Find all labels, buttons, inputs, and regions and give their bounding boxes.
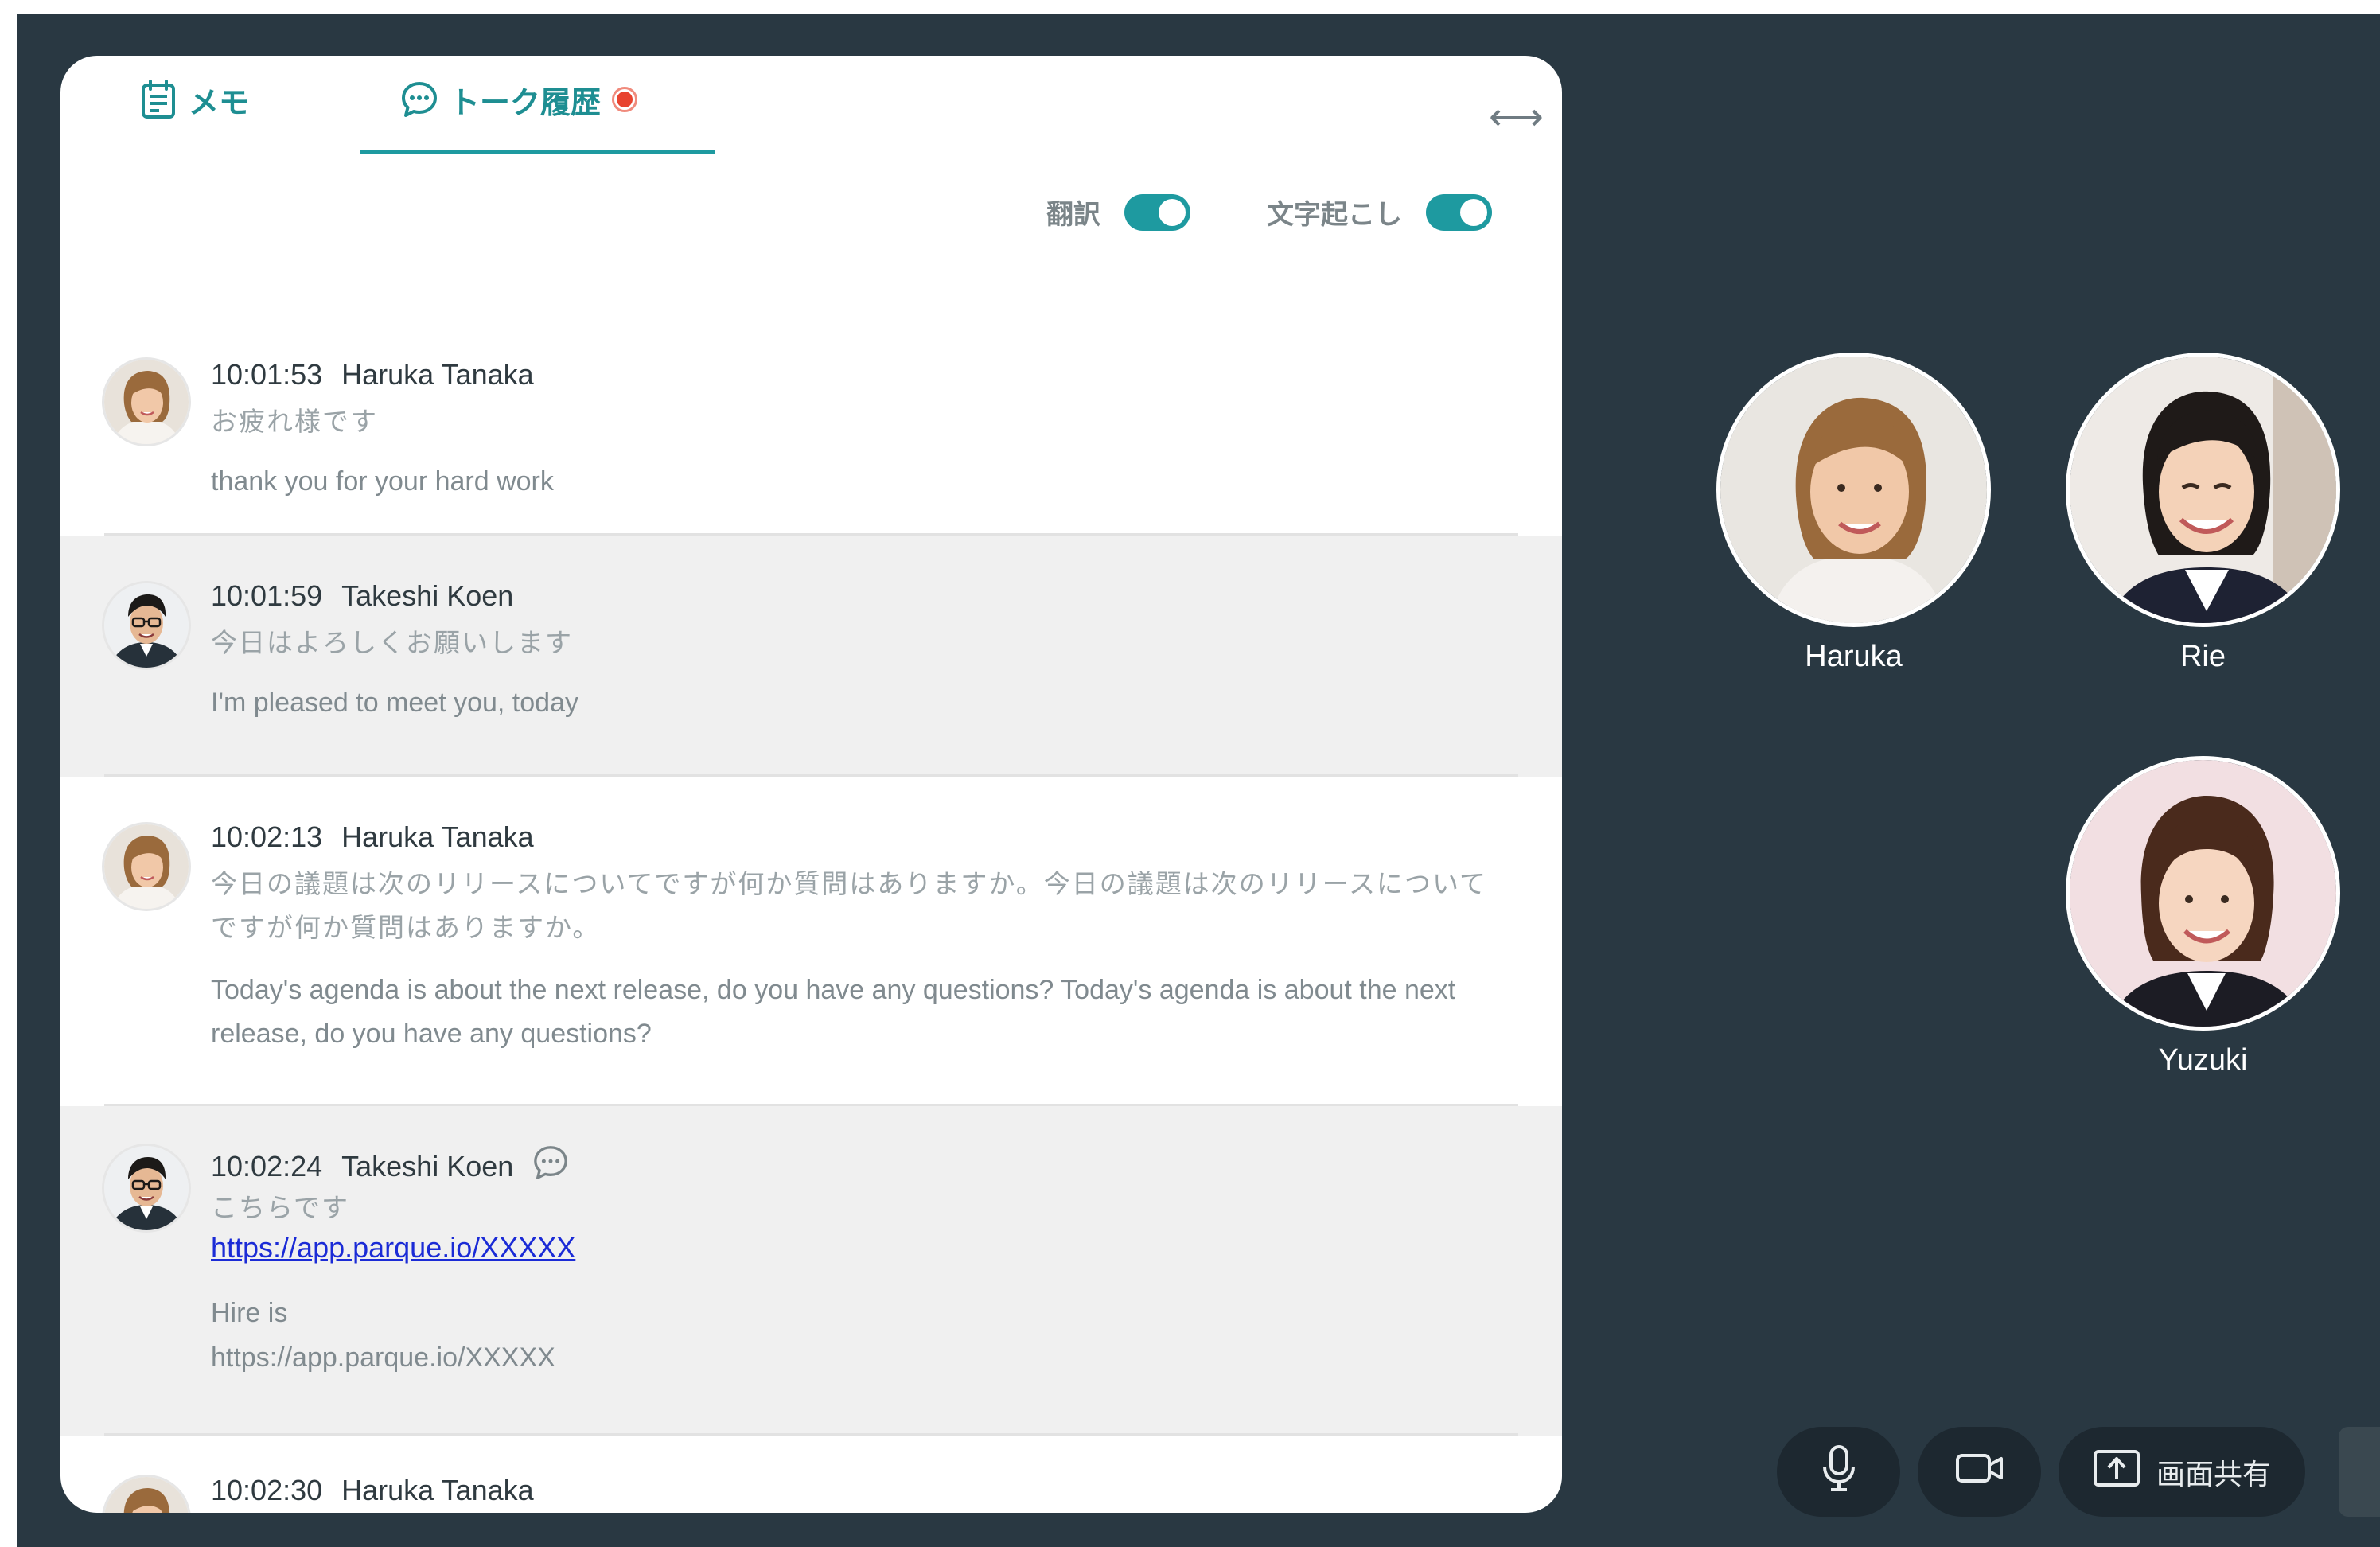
avatar: [104, 360, 189, 444]
tab-memo[interactable]: メモ: [139, 56, 249, 143]
meeting-stage: メモ トーク履歴 ⟷ 翻訳 文字起こし 10:01:53 Haruka Tana…: [17, 14, 2380, 1547]
message-item: 10:02:24 Takeshi Koen こちらです https://app.…: [60, 1106, 1562, 1436]
camera-button[interactable]: [1918, 1427, 2041, 1517]
message-speaker: Takeshi Koen: [341, 1149, 514, 1183]
recording-indicator-icon: [612, 87, 638, 112]
message-item: 10:01:59 Takeshi Koen 今日はよろしくお願いします I'm …: [60, 536, 1562, 777]
participant-photo: [2066, 756, 2340, 1031]
message-time: 10:02:13: [211, 820, 323, 853]
screen-share-icon: [2093, 1449, 2140, 1494]
message-header: 10:01:59 Takeshi Koen: [211, 579, 513, 613]
participant-photo: [1716, 353, 1991, 627]
transcribe-toggle-group: 文字起こし: [1267, 193, 1492, 232]
participant-name: Yuzuki: [2158, 1043, 2248, 1077]
message-text: 今日の議題は次のリリースについてですが何か質問はありますか。今日の議題は次のリリ…: [211, 868, 1488, 943]
avatar: [104, 1146, 189, 1230]
avatar: [104, 824, 189, 909]
participant-portrait-haruka: [1720, 357, 1987, 623]
microphone-icon: [1821, 1444, 1856, 1499]
message-item: 10:02:13 Haruka Tanaka 今日の議題は次のリリースについてで…: [60, 777, 1562, 1106]
avatar-portrait: [104, 583, 189, 668]
participant-name: Haruka: [1805, 640, 1903, 673]
talk-history-panel: メモ トーク履歴 ⟷ 翻訳 文字起こし 10:01:53 Haruka Tana…: [60, 56, 1562, 1513]
message-text: 今日はよろしくお願いします: [211, 627, 573, 658]
avatar-portrait: [104, 360, 189, 444]
message-speaker: Haruka Tanaka: [341, 358, 534, 391]
message-speaker: Takeshi Koen: [341, 579, 514, 612]
message-header: 10:02:24 Takeshi Koen: [211, 1144, 569, 1188]
video-camera-icon: [1955, 1452, 2004, 1491]
participant-portrait-rie: [2070, 357, 2336, 623]
side-panel-handle[interactable]: [2339, 1427, 2380, 1517]
message-translation: Hire is: [211, 1298, 288, 1328]
transcribe-toggle[interactable]: [1426, 193, 1492, 231]
screen-share-label: 画面共有: [2156, 1458, 2271, 1491]
avatar-portrait: [104, 1146, 189, 1230]
participant-tile[interactable]: Yuzuki: [2066, 756, 2340, 1077]
message-translation: Today's agenda is about the next release…: [211, 975, 1456, 1049]
message-time: 10:01:53: [211, 358, 323, 391]
translate-toggle[interactable]: [1124, 193, 1190, 231]
participant-tile[interactable]: Rie: [2066, 353, 2340, 674]
message-translation-link: https://app.parque.io/XXXXX: [211, 1342, 555, 1373]
message-speaker: Haruka Tanaka: [341, 820, 534, 853]
participant-name: Rie: [2179, 640, 2226, 673]
message-time: 10:02:24: [211, 1149, 323, 1183]
tab-talk-history[interactable]: トーク履歴: [400, 56, 638, 143]
participant-photo: [2066, 353, 2340, 627]
translate-label: 翻訳: [1046, 199, 1100, 231]
tab-talk-history-label: トーク履歴: [450, 84, 602, 120]
message-translation: thank you for your hard work: [211, 466, 554, 497]
participant-tile[interactable]: Haruka: [1716, 353, 1991, 674]
message-translation: I'm pleased to meet you, today: [211, 688, 578, 718]
message-text: こちらです: [211, 1192, 350, 1223]
message-item: 10:01:53 Haruka Tanaka お疲れ様です thank you …: [60, 294, 1562, 536]
transcribe-label: 文字起こし: [1267, 199, 1402, 231]
message-time: 10:02:30: [211, 1474, 323, 1506]
avatar: [104, 1477, 189, 1513]
message-header: 10:02:30 Haruka Tanaka: [211, 1474, 534, 1507]
avatar-portrait: [104, 824, 189, 909]
translate-toggle-group: 翻訳: [1046, 193, 1190, 232]
message-header: 10:01:53 Haruka Tanaka: [211, 358, 534, 392]
message-item: 10:02:30 Haruka Tanaka: [60, 1436, 1562, 1513]
message-link[interactable]: https://app.parque.io/XXXXX: [211, 1231, 575, 1264]
avatar: [104, 583, 189, 668]
chat-bubble-icon: [400, 80, 438, 119]
message-speaker: Haruka Tanaka: [341, 1474, 534, 1506]
comment-icon[interactable]: [532, 1144, 569, 1188]
message-time: 10:01:59: [211, 579, 323, 612]
tab-memo-label: メモ: [189, 84, 250, 120]
expand-horizontal-icon[interactable]: ⟷: [1489, 98, 1544, 136]
participant-portrait-yuzuki: [2070, 760, 2336, 1027]
avatar-portrait: [104, 1477, 189, 1513]
message-header: 10:02:13 Haruka Tanaka: [211, 820, 534, 854]
memo-icon: [139, 80, 177, 119]
microphone-button[interactable]: [1777, 1427, 1900, 1517]
active-tab-indicator: [360, 150, 715, 154]
screen-share-button[interactable]: 画面共有: [2059, 1427, 2305, 1517]
message-text: お疲れ様です: [211, 406, 378, 437]
